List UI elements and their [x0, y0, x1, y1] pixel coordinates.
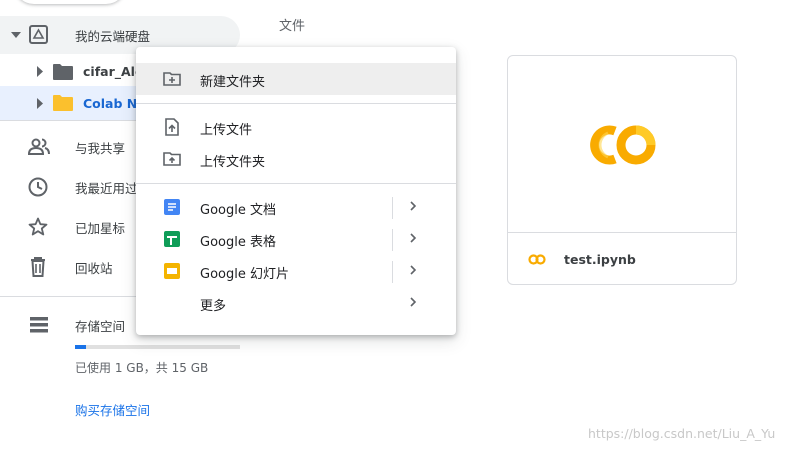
menu-divider — [136, 103, 456, 104]
chevron-right-icon — [410, 233, 417, 243]
submenu-divider — [392, 229, 393, 251]
menu-item-more[interactable]: 更多 — [136, 287, 456, 319]
menu-item-label: 新建文件夹 — [200, 75, 266, 90]
watermark: https://blog.csdn.net/Liu_A_Yu — [588, 426, 776, 441]
menu-item-google-slides[interactable]: Google 幻灯片 — [136, 255, 456, 287]
menu-item-label: Google 文档 — [200, 203, 276, 218]
drive-icon — [29, 25, 48, 44]
files-heading: 文件 — [279, 19, 306, 34]
colab-logo-icon — [590, 125, 656, 165]
upload-folder-icon — [163, 152, 181, 166]
menu-item-label: Google 幻灯片 — [200, 267, 289, 282]
folder-icon — [53, 95, 73, 111]
buy-storage-link[interactable]: 购买存储空间 — [75, 400, 150, 419]
trash-icon — [31, 257, 45, 277]
folder-label: cifar_Ale — [83, 64, 144, 79]
file-card[interactable]: test.ipynb — [507, 55, 737, 285]
google-docs-icon — [164, 199, 180, 215]
menu-item-label: Google 表格 — [200, 235, 276, 250]
storage-usage-text: 已使用 1 GB，共 15 GB — [75, 361, 209, 375]
people-icon — [28, 138, 50, 155]
submenu-divider — [392, 261, 393, 283]
submenu-divider — [392, 197, 393, 219]
sidebar-item-label: 我最近用过 — [75, 180, 138, 196]
caret-right-icon[interactable] — [36, 66, 43, 77]
clock-icon — [28, 177, 48, 197]
file-card-divider — [508, 232, 736, 233]
storage-bar — [75, 345, 240, 349]
storage-icon — [30, 317, 48, 333]
caret-down-icon[interactable] — [11, 31, 21, 39]
new-folder-icon — [163, 72, 181, 86]
menu-item-label: 上传文件夹 — [200, 155, 266, 170]
menu-item-upload-file[interactable]: 上传文件 — [136, 111, 456, 143]
menu-item-new-folder[interactable]: 新建文件夹 — [136, 63, 456, 95]
new-context-menu: 新建文件夹 上传文件 上传文件夹 Google 文档 Google 表格 Goo… — [136, 47, 456, 335]
file-name: test.ipynb — [564, 252, 636, 267]
menu-item-upload-folder[interactable]: 上传文件夹 — [136, 143, 456, 175]
storage-bar-fill — [75, 345, 87, 349]
colab-small-icon — [528, 254, 546, 265]
menu-item-google-docs[interactable]: Google 文档 — [136, 191, 456, 223]
chevron-right-icon — [410, 297, 417, 307]
sidebar-item-label: 我的云端硬盘 — [75, 28, 151, 44]
sidebar-item-label: 与我共享 — [75, 140, 126, 156]
google-slides-icon — [164, 263, 180, 279]
star-icon — [28, 217, 48, 236]
chevron-right-icon — [410, 201, 417, 211]
sidebar-item-label: 已加星标 — [75, 220, 126, 236]
menu-item-label: 上传文件 — [200, 123, 253, 138]
folder-icon — [53, 64, 73, 80]
menu-divider — [136, 183, 456, 184]
new-button[interactable] — [14, 0, 126, 4]
chevron-right-icon — [410, 265, 417, 275]
caret-right-icon[interactable] — [36, 98, 43, 109]
storage-label: 存储空间 — [75, 318, 126, 334]
sidebar-item-label: 回收站 — [75, 260, 113, 276]
menu-item-google-sheets[interactable]: Google 表格 — [136, 223, 456, 255]
menu-item-label: 更多 — [200, 299, 227, 314]
upload-file-icon — [165, 118, 179, 136]
google-sheets-icon — [164, 231, 180, 247]
